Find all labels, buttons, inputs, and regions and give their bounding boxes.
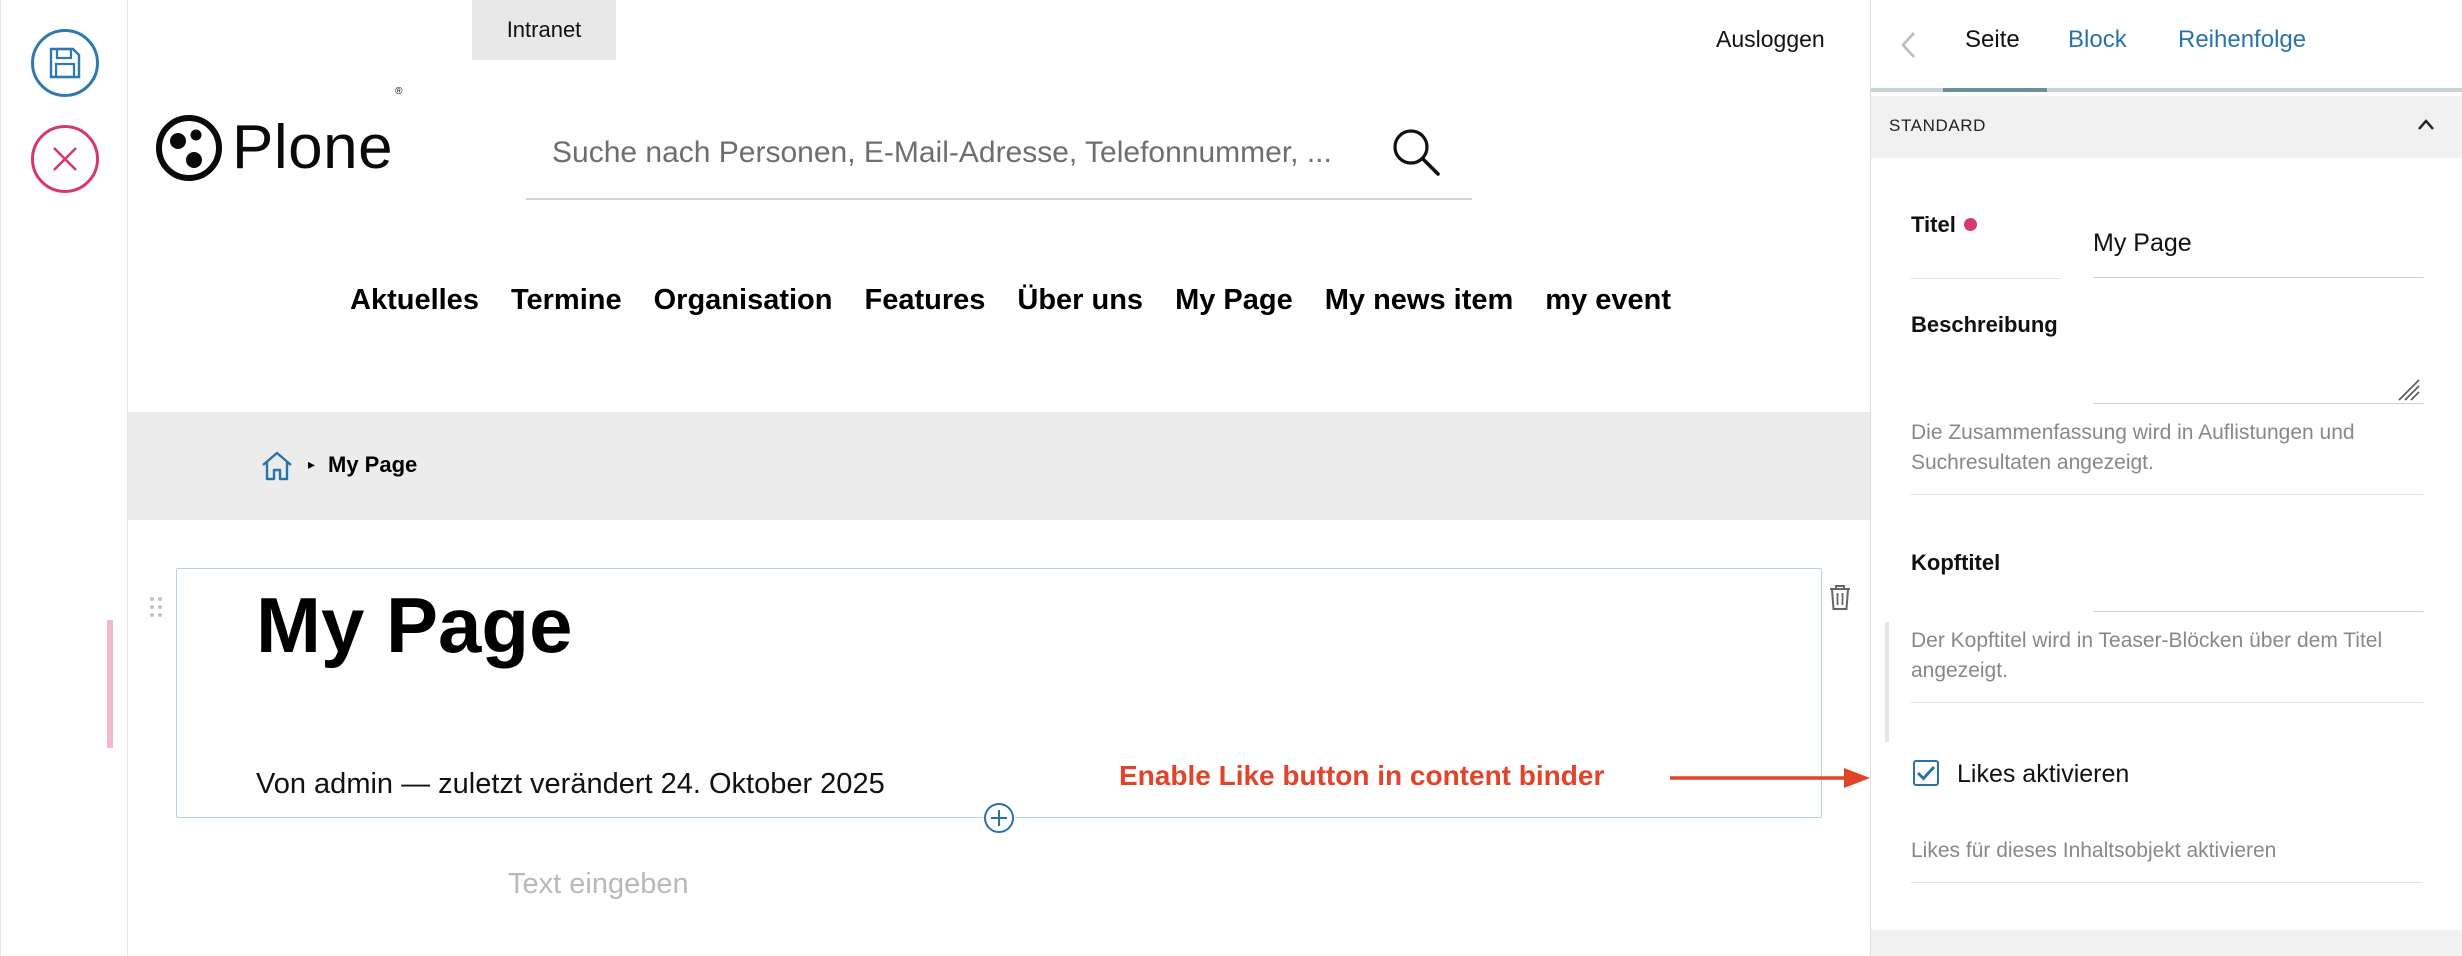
cancel-button[interactable] xyxy=(31,125,99,193)
edit-toolbar xyxy=(0,0,128,956)
tab-block[interactable]: Block xyxy=(2068,26,2127,54)
title-field[interactable] xyxy=(2093,210,2423,278)
breadcrumb-separator: ▸ xyxy=(308,456,316,472)
close-icon xyxy=(53,147,77,171)
trash-icon[interactable] xyxy=(1828,583,1852,611)
nav-item-ueber-uns[interactable]: Über uns xyxy=(1017,284,1143,317)
home-icon[interactable] xyxy=(260,450,294,482)
breadcrumb: ▸ My Page xyxy=(128,412,1870,520)
field-divider xyxy=(1911,882,2423,883)
description-field-label: Beschreibung xyxy=(1911,312,2058,337)
nav-item-features[interactable]: Features xyxy=(864,284,985,317)
sidebar: Seite Block Reihenfolge STANDARD Titel B… xyxy=(1870,0,2462,956)
main-navigation: Aktuelles Termine Organisation Features … xyxy=(350,284,1703,317)
active-tab-indicator xyxy=(1943,88,2047,92)
annotation-text: Enable Like button in content binder xyxy=(1119,760,1605,791)
required-indicator xyxy=(1963,217,1977,231)
plone-logo-icon xyxy=(156,114,222,181)
search-input[interactable] xyxy=(552,128,1352,178)
headtitle-help: Der Kopftitel wird in Teaser-Blöcken übe… xyxy=(1911,629,2383,682)
headtitle-field-label: Kopftitel xyxy=(1911,550,2001,575)
sidebar-footer xyxy=(1871,930,2462,956)
site-logo[interactable]: Plone® xyxy=(156,86,403,183)
chevron-left-icon[interactable] xyxy=(1899,30,1917,60)
save-icon xyxy=(49,47,81,79)
section-label: STANDARD xyxy=(1889,116,1987,135)
drag-handle-icon[interactable] xyxy=(148,595,164,619)
likes-help: Likes für dieses Inhaltsobjekt aktiviere… xyxy=(1911,839,2277,862)
block-selection-marker xyxy=(107,620,113,748)
search-bar xyxy=(526,116,1472,200)
annotation-arrow-icon xyxy=(1670,768,1870,788)
nav-item-my-news-item[interactable]: My news item xyxy=(1325,284,1514,317)
breadcrumb-current: My Page xyxy=(328,452,418,477)
tab-seite[interactable]: Seite xyxy=(1965,26,2020,54)
chevron-up-icon[interactable] xyxy=(2415,114,2437,136)
save-button[interactable] xyxy=(31,29,99,97)
field-divider xyxy=(1911,702,2423,703)
intranet-link[interactable]: Intranet xyxy=(472,0,616,60)
section-header-standard[interactable]: STANDARD xyxy=(1871,96,2462,158)
logo-text: Plone® xyxy=(232,86,403,182)
resize-handle-icon[interactable] xyxy=(2395,376,2421,402)
text-block-placeholder[interactable]: Text eingeben xyxy=(508,868,689,901)
tab-reihenfolge[interactable]: Reihenfolge xyxy=(2178,26,2306,54)
likes-checkbox-label[interactable]: Likes aktivieren xyxy=(1957,760,2129,789)
checkmark-icon xyxy=(1916,765,1936,781)
nav-item-my-event[interactable]: my event xyxy=(1545,284,1671,317)
nav-item-my-page[interactable]: My Page xyxy=(1175,284,1293,317)
title-field-label: Titel xyxy=(1911,212,1977,238)
headtitle-field[interactable] xyxy=(2093,560,2423,612)
sidebar-tabs: Seite Block Reihenfolge xyxy=(1871,0,2462,92)
nav-item-aktuelles[interactable]: Aktuelles xyxy=(350,284,479,317)
document-byline: Von admin — zuletzt verändert 24. Oktobe… xyxy=(256,768,885,800)
likes-checkbox[interactable] xyxy=(1913,760,1939,786)
add-block-icon[interactable] xyxy=(983,802,1015,834)
field-divider xyxy=(1911,278,2061,279)
nav-item-termine[interactable]: Termine xyxy=(511,284,622,317)
logout-link[interactable]: Ausloggen xyxy=(1716,26,1825,53)
search-icon[interactable] xyxy=(1388,124,1444,180)
description-field[interactable] xyxy=(2093,312,2423,404)
description-help: Die Zusammenfassung wird in Auflistungen… xyxy=(1911,421,2355,474)
page-title[interactable]: My Page xyxy=(256,580,572,671)
scroll-indicator xyxy=(1885,622,1889,742)
nav-item-organisation[interactable]: Organisation xyxy=(654,284,833,317)
field-divider xyxy=(1911,494,2423,495)
